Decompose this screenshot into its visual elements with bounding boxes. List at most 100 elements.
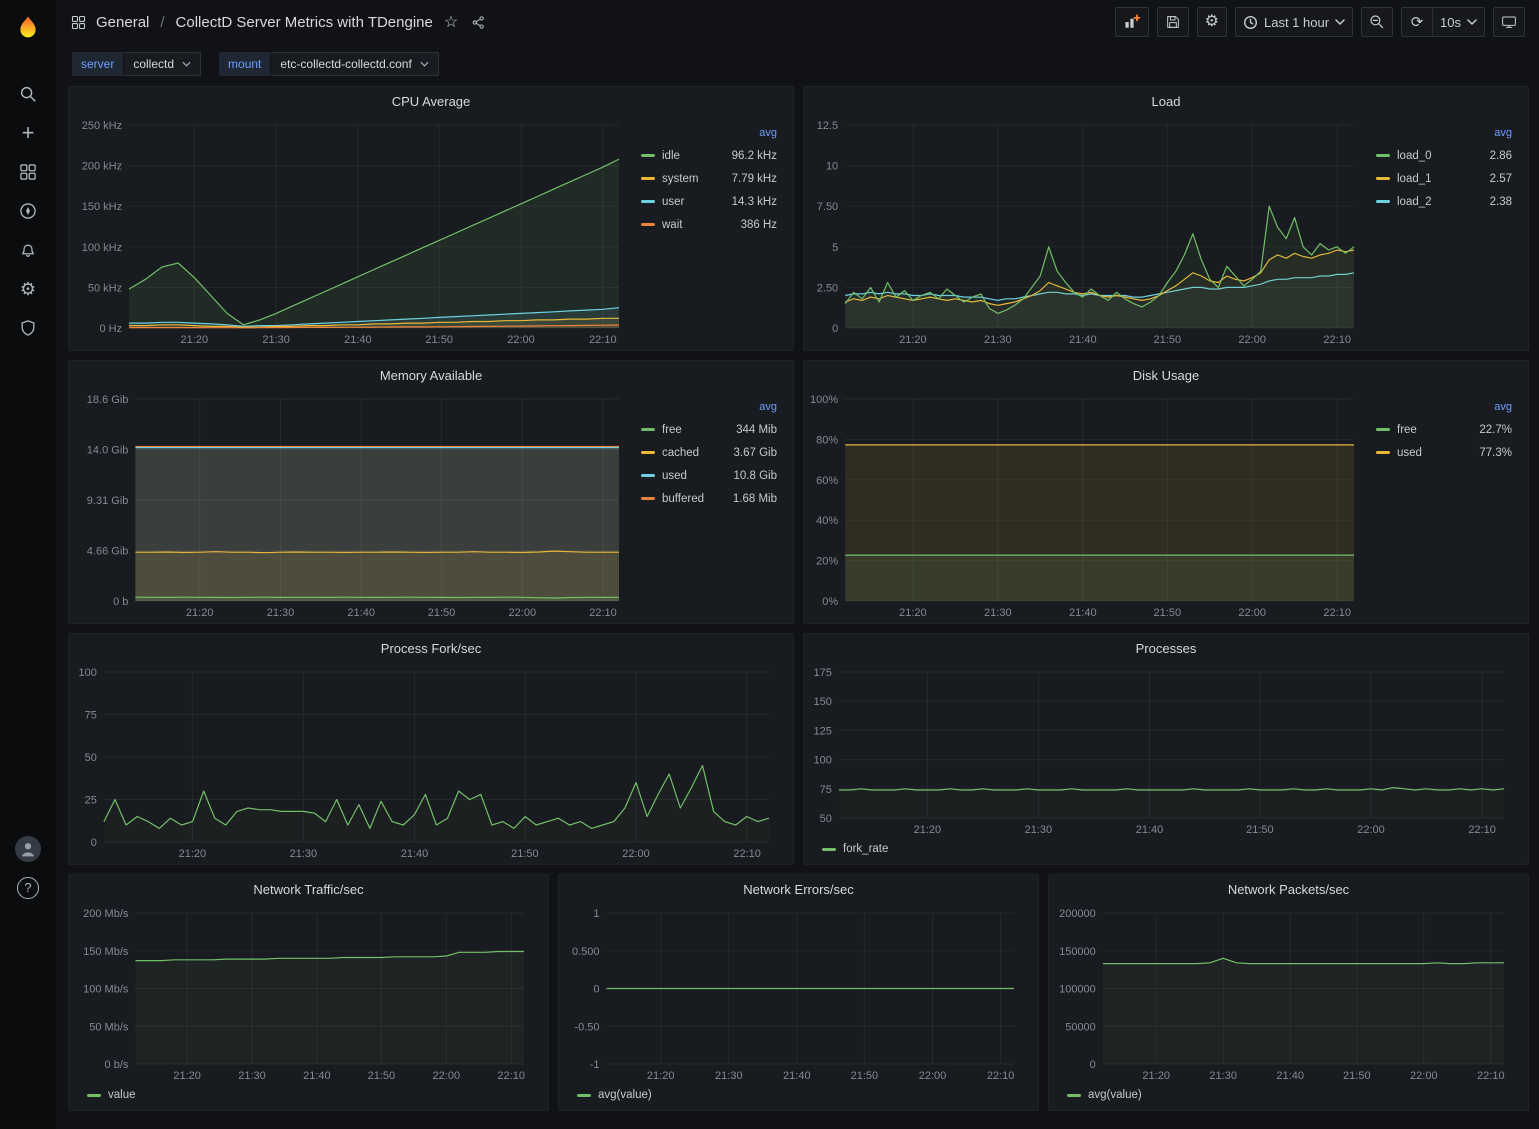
variable-value-dropdown[interactable]: collectd <box>124 52 201 76</box>
add-panel-button[interactable] <box>1115 7 1149 37</box>
star-dashboard-button[interactable]: ☆ <box>442 10 460 34</box>
legend-marker <box>641 223 655 226</box>
user-avatar[interactable] <box>6 829 50 868</box>
top-nav: General / CollectD Server Metrics with T… <box>56 0 1539 44</box>
legend-item[interactable]: used77.3% <box>1376 441 1512 464</box>
share-dashboard-button[interactable] <box>469 13 488 32</box>
help-icon[interactable]: ? <box>6 868 50 907</box>
svg-text:21:30: 21:30 <box>267 607 295 619</box>
legend-item[interactable]: wait386 Hz <box>641 213 777 236</box>
search-icon[interactable] <box>6 74 50 113</box>
chart-area[interactable]: 507510012515017521:2021:3021:4021:5022:0… <box>810 662 1522 838</box>
configuration-gear-icon[interactable]: ⚙ <box>6 269 50 308</box>
chart-svg: -1-0.5000.500121:2021:3021:4021:5022:002… <box>565 903 1032 1084</box>
create-icon[interactable]: + <box>6 113 50 152</box>
chart-area[interactable]: 0 Hz50 kHz100 kHz150 kHz200 kHz250 kHz21… <box>75 115 637 348</box>
panel-network-errors: Network Errors/sec -1-0.5000.500121:2021:… <box>558 874 1039 1111</box>
save-dashboard-button[interactable] <box>1157 7 1189 37</box>
panel-legend: avg(value) <box>1049 1086 1528 1110</box>
panel-title[interactable]: Memory Available <box>380 368 482 383</box>
legend-item[interactable]: fork_rate <box>822 840 888 858</box>
panel-title[interactable]: Network Traffic/sec <box>253 882 363 897</box>
legend-avg-header[interactable]: avg <box>641 127 777 139</box>
gear-icon: ⚙ <box>1205 14 1219 30</box>
panel-memory-available: Memory Available 0 b4.66 Gib9.31 Gib14.0 … <box>68 360 794 624</box>
svg-text:50000: 50000 <box>1065 1021 1096 1033</box>
svg-text:40%: 40% <box>816 515 838 527</box>
svg-text:21:40: 21:40 <box>303 1070 331 1082</box>
chart-svg: 0 Hz50 kHz100 kHz150 kHz200 kHz250 kHz21… <box>75 115 637 348</box>
chart-svg: 0 b4.66 Gib9.31 Gib14.0 Gib18.6 Gib21:20… <box>75 389 637 621</box>
chart-area[interactable]: 0 b4.66 Gib9.31 Gib14.0 Gib18.6 Gib21:20… <box>75 389 637 621</box>
explore-compass-icon[interactable] <box>6 191 50 230</box>
svg-text:200000: 200000 <box>1059 908 1096 920</box>
breadcrumb-folder[interactable]: General <box>96 14 149 31</box>
panel-legend: avg(value) <box>559 1086 1038 1110</box>
legend-marker <box>641 451 655 454</box>
panel-title[interactable]: CPU Average <box>392 94 471 109</box>
legend-series-value: 77.3% <box>1479 447 1512 459</box>
variable-value-dropdown[interactable]: etc-collectd-collectd.conf <box>271 52 438 76</box>
refresh-button[interactable]: ⟳ <box>1402 8 1432 36</box>
panel-title[interactable]: Processes <box>1136 641 1197 656</box>
chart-area[interactable]: 0%20%40%60%80%100%21:2021:3021:4021:5022… <box>810 389 1372 621</box>
chart-area[interactable]: 025507510021:2021:3021:4021:5022:0022:10 <box>75 662 787 862</box>
legend-item[interactable]: load_12.57 <box>1376 167 1512 190</box>
legend-item[interactable]: free22.7% <box>1376 418 1512 441</box>
dashboard-settings-button[interactable]: ⚙ <box>1197 7 1227 37</box>
panel-title[interactable]: Load <box>1152 94 1181 109</box>
panel-title[interactable]: Network Errors/sec <box>743 882 854 897</box>
alerting-bell-icon[interactable] <box>6 230 50 269</box>
grafana-logo[interactable] <box>8 8 48 48</box>
legend-item[interactable]: used10.8 Gib <box>641 464 777 487</box>
legend-item[interactable]: free344 Mib <box>641 418 777 441</box>
svg-text:100: 100 <box>814 755 832 767</box>
legend-item[interactable]: avg(value) <box>1067 1086 1142 1104</box>
svg-text:21:40: 21:40 <box>1276 1070 1304 1082</box>
legend-item[interactable]: buffered1.68 Mib <box>641 487 777 510</box>
svg-text:100 kHz: 100 kHz <box>82 242 122 254</box>
variables-bar: server collectd mount etc-collectd-colle… <box>56 44 1539 84</box>
svg-text:20%: 20% <box>816 556 838 568</box>
legend-item[interactable]: user14.3 kHz <box>641 190 777 213</box>
panel-title[interactable]: Disk Usage <box>1133 368 1199 383</box>
legend-avg-header[interactable]: avg <box>1376 401 1512 413</box>
panel-title[interactable]: Process Fork/sec <box>381 641 481 656</box>
dashboards-icon[interactable] <box>6 152 50 191</box>
legend-series-value: 3.67 Gib <box>734 447 777 459</box>
legend-item[interactable]: load_22.38 <box>1376 190 1512 213</box>
svg-text:21:50: 21:50 <box>1343 1070 1371 1082</box>
svg-text:50 Mb/s: 50 Mb/s <box>89 1021 129 1033</box>
legend-marker <box>87 1094 101 1097</box>
legend-series-name: fork_rate <box>843 843 888 855</box>
legend-item[interactable]: load_02.86 <box>1376 144 1512 167</box>
svg-text:0.500: 0.500 <box>572 946 600 958</box>
time-range-button[interactable]: Last 1 hour <box>1236 8 1352 36</box>
svg-text:22:00: 22:00 <box>433 1070 461 1082</box>
svg-text:200 kHz: 200 kHz <box>82 161 122 173</box>
legend-series-name: cached <box>662 447 727 459</box>
svg-text:21:20: 21:20 <box>914 824 942 836</box>
panel-title[interactable]: Network Packets/sec <box>1228 882 1349 897</box>
svg-text:125: 125 <box>814 725 832 737</box>
legend-avg-header[interactable]: avg <box>641 401 777 413</box>
refresh-interval-dropdown[interactable]: 10s <box>1432 8 1484 36</box>
legend-item[interactable]: cached 3.67 Gib <box>641 441 777 464</box>
legend-avg-header[interactable]: avg <box>1376 127 1512 139</box>
svg-text:-1: -1 <box>590 1059 600 1071</box>
chart-area[interactable]: 02.5057.501012.521:2021:3021:4021:5022:0… <box>810 115 1372 348</box>
chart-area[interactable]: 05000010000015000020000021:2021:3021:402… <box>1055 903 1522 1084</box>
chart-area[interactable]: 0 b/s50 Mb/s100 Mb/s150 Mb/s200 Mb/s21:2… <box>75 903 542 1084</box>
server-admin-shield-icon[interactable] <box>6 308 50 347</box>
panel-header: CPU Average <box>69 87 793 115</box>
legend-item[interactable]: value <box>87 1086 136 1104</box>
legend-item[interactable]: avg(value) <box>577 1086 652 1104</box>
svg-text:22:00: 22:00 <box>622 848 650 860</box>
legend-item[interactable]: idle96.2 kHz <box>641 144 777 167</box>
panel-header: Process Fork/sec <box>69 634 793 662</box>
chart-area[interactable]: -1-0.5000.500121:2021:3021:4021:5022:002… <box>565 903 1032 1084</box>
cycle-view-mode-button[interactable] <box>1493 7 1525 37</box>
legend-item[interactable]: system7.79 kHz <box>641 167 777 190</box>
legend-series-name: system <box>662 173 725 185</box>
zoom-out-button[interactable] <box>1361 7 1393 37</box>
